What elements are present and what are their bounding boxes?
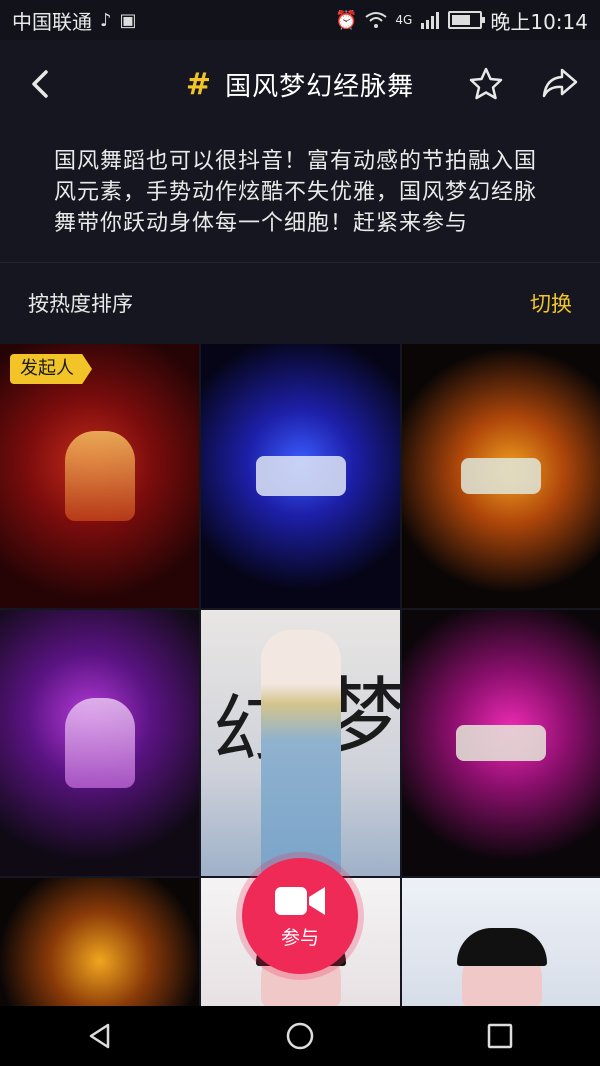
video-thumbnail[interactable] [402, 344, 600, 608]
battery-icon [448, 11, 486, 29]
join-challenge-button[interactable]: 参与 [242, 858, 358, 974]
status-bar: 中国联通 ♪ ▣ ⏰ 4G 晚上10:14 [0, 0, 600, 40]
page-title: 国风梦幻经脉舞 [225, 71, 415, 102]
top-header: # 国风梦幻经脉舞 [0, 40, 600, 128]
dancer-figure [64, 431, 135, 521]
nav-back-button[interactable] [70, 1006, 130, 1066]
square-recents-icon [487, 1023, 513, 1049]
video-thumbnail[interactable] [402, 878, 600, 1006]
video-thumbnail[interactable]: 发起人 [0, 344, 199, 608]
signal-icon [421, 12, 440, 29]
tiktok-notification-icon: ♪ [100, 9, 112, 31]
dancer-figure [255, 456, 346, 496]
challenge-description: 国风舞蹈也可以很抖音！富有动感的节拍融入国风元素，手势动作炫酷不失优雅，国风梦幻… [54, 149, 538, 236]
network-type: 4G [395, 13, 413, 27]
system-navigation-bar [0, 1006, 600, 1066]
nav-home-button[interactable] [270, 1006, 330, 1066]
video-thumbnail[interactable]: 幻 梦 [201, 610, 400, 876]
back-arrow-icon[interactable] [22, 64, 62, 104]
video-thumbnail[interactable] [0, 878, 199, 1006]
dancer-figure [456, 725, 546, 761]
alarm-icon: ⏰ [335, 9, 358, 31]
dancer-figure [461, 458, 541, 494]
join-label: 参与 [280, 926, 319, 949]
sort-label: 按热度排序 [28, 292, 133, 316]
dancer-figure [64, 698, 135, 788]
hashtag-icon: # [185, 66, 212, 102]
triangle-back-icon [89, 1023, 110, 1049]
nav-recents-button[interactable] [470, 1006, 530, 1066]
favorite-star-icon[interactable] [468, 66, 504, 102]
video-thumbnail[interactable] [402, 610, 600, 876]
clock: 晚上10:14 [490, 9, 588, 34]
dancer-figure [261, 630, 341, 876]
black-cap [457, 928, 547, 966]
video-thumbnail[interactable] [201, 344, 400, 608]
switch-sort-button[interactable]: 切换 [530, 288, 600, 318]
wifi-icon [365, 12, 388, 28]
share-arrow-icon[interactable] [540, 66, 580, 102]
initiator-badge: 发起人 [10, 354, 92, 384]
app-notification-icon: ▣ [119, 9, 137, 31]
sort-bar: 按热度排序 切换 [0, 262, 600, 343]
video-thumbnail[interactable] [0, 610, 199, 876]
video-camera-icon [275, 886, 325, 915]
carrier-name: 中国联通 [12, 9, 92, 34]
circle-home-icon [286, 1022, 314, 1050]
